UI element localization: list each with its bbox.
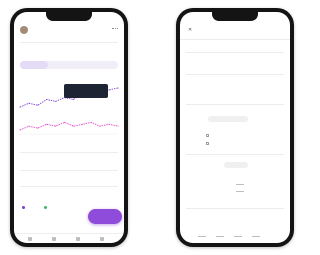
- legend-dot-purple: [22, 206, 25, 209]
- series-1-point: [117, 87, 119, 89]
- list-divider-2: [20, 186, 118, 187]
- bottom-nav: [14, 233, 124, 243]
- series-1-point: [46, 98, 48, 100]
- series-2-point: [117, 125, 119, 127]
- grid-cell: [236, 191, 244, 192]
- fab-button[interactable]: [88, 209, 122, 224]
- series-2-point: [46, 123, 48, 125]
- series-2-point: [37, 127, 39, 129]
- series-2-point: [64, 121, 66, 123]
- series-2-point: [72, 125, 74, 127]
- series-2-point: [19, 129, 21, 131]
- series-1-point: [37, 104, 39, 106]
- close-icon[interactable]: ✕: [188, 28, 192, 33]
- legend-dot-green: [44, 206, 47, 209]
- header-divider: [20, 42, 118, 43]
- series-2-point: [90, 121, 92, 123]
- grid-cell: [252, 236, 260, 237]
- divider-3: [186, 104, 284, 105]
- tab-2[interactable]: [50, 61, 72, 69]
- series-1-point: [55, 100, 57, 102]
- search-icon[interactable]: [52, 237, 56, 241]
- series-1-point: [28, 102, 30, 104]
- series-2-point: [81, 123, 83, 125]
- series-2-point: [55, 125, 57, 127]
- series-2-point: [108, 123, 110, 125]
- user-avatar[interactable]: [20, 26, 28, 34]
- dashboard-screen: [14, 12, 124, 243]
- series-2-point: [99, 125, 101, 127]
- series-1-point: [19, 106, 21, 108]
- grid-cell: [236, 184, 244, 185]
- tab-1[interactable]: [20, 61, 48, 69]
- checkbox-1[interactable]: [206, 134, 209, 137]
- add-icon[interactable]: [76, 237, 80, 241]
- dialog-screen: ✕: [180, 12, 290, 243]
- grid-cell: [216, 236, 224, 237]
- chart-tooltip: [64, 84, 108, 98]
- profile-icon[interactable]: [100, 237, 104, 241]
- divider-2: [186, 74, 284, 75]
- home-icon[interactable]: [28, 237, 32, 241]
- option-pill[interactable]: [208, 116, 248, 122]
- checkbox-2[interactable]: [206, 142, 209, 145]
- series-2-point: [28, 125, 30, 127]
- phone-right: ✕: [176, 8, 294, 247]
- tab-4[interactable]: [98, 61, 118, 69]
- grid-cell: [198, 236, 206, 237]
- divider-5: [186, 208, 284, 209]
- divider-4: [186, 154, 284, 155]
- section-divider: [20, 152, 118, 153]
- list-divider-1: [20, 170, 118, 171]
- segmented-tabs: [20, 61, 118, 69]
- divider-1: [186, 52, 284, 53]
- series-1-point: [72, 98, 74, 100]
- more-dots-icon[interactable]: [112, 28, 118, 30]
- notch: [212, 12, 258, 21]
- notch: [46, 12, 92, 21]
- series-1-point: [108, 89, 110, 91]
- series-line-2: [19, 121, 119, 131]
- option-pill-2[interactable]: [224, 162, 248, 168]
- phone-left: [10, 8, 128, 247]
- grid-cell: [234, 236, 242, 237]
- tab-3[interactable]: [74, 61, 96, 69]
